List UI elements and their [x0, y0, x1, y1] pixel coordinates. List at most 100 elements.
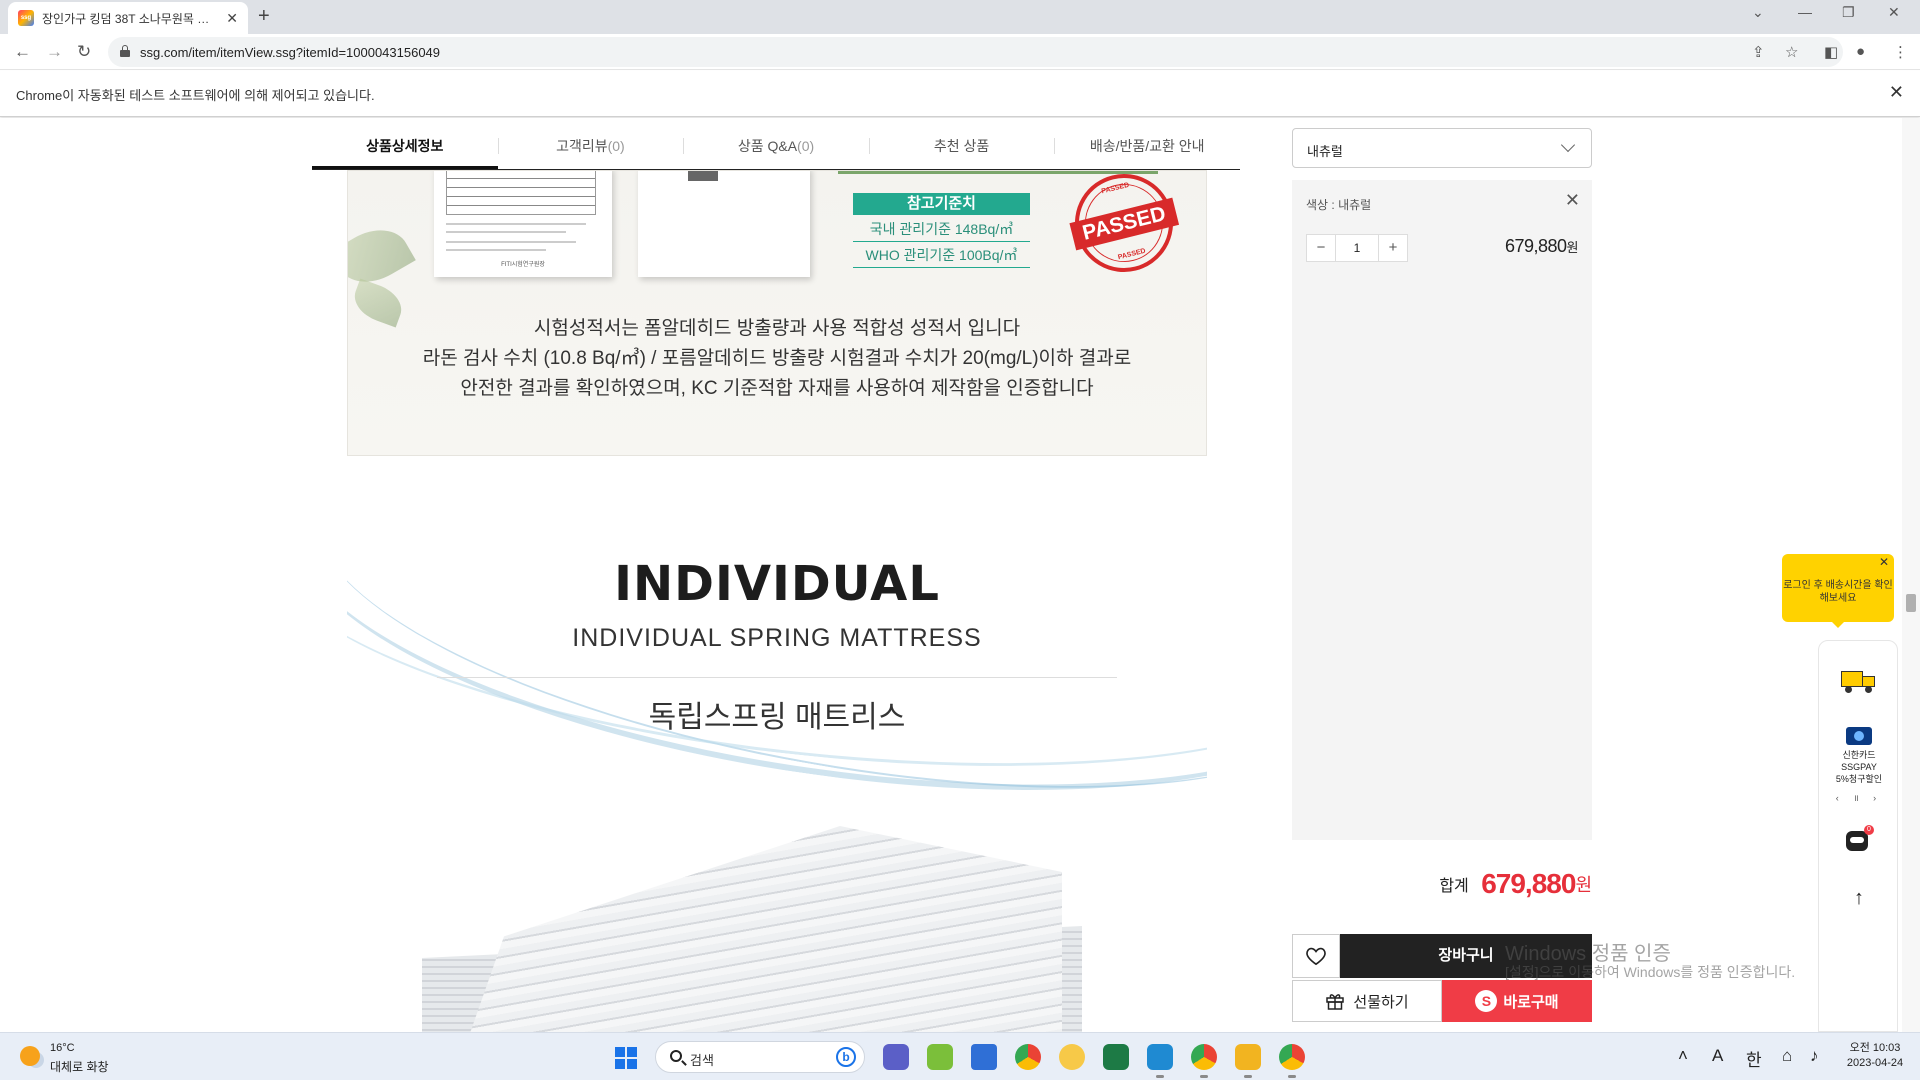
profile-icon[interactable]: ●: [1856, 43, 1865, 60]
tooltip-close-icon[interactable]: ✕: [1879, 556, 1889, 569]
chatbot-icon[interactable]: 0: [1846, 825, 1874, 851]
file-explorer-icon[interactable]: [1235, 1044, 1261, 1078]
floating-side-widget: 신한카드 SSGPAY 5%청구할인 ‹ ॥ › 0 ↑: [1818, 640, 1898, 1032]
certificate-line: 라돈 검사 수치 (10.8 Bq/㎥) / 포름알데히드 방출량 시험결과 수…: [422, 348, 1132, 369]
card-promo-text[interactable]: 신한카드 SSGPAY 5%청구할인: [1819, 749, 1899, 785]
tab-product-detail[interactable]: 상품상세정보: [312, 124, 498, 169]
selected-option-value: 내츄럴: [1307, 144, 1343, 159]
delivery-truck-icon[interactable]: [1841, 671, 1877, 693]
system-clock[interactable]: 오전 10:03 2023-04-24: [1840, 1041, 1910, 1071]
total-currency: 원: [1575, 875, 1592, 895]
ime-mode-indicator[interactable]: A: [1712, 1046, 1723, 1066]
bing-icon[interactable]: b: [836, 1047, 856, 1067]
ssgpay-icon: S: [1475, 990, 1498, 1012]
reload-icon[interactable]: ↻: [77, 42, 91, 62]
tab-strip: ssg 장인가구 킹덤 38T 소나무원목 … ✕ + ⌄ — ❐ ✕: [0, 0, 1920, 34]
restore-icon[interactable]: ❐: [1842, 4, 1855, 21]
scrollbar-thumb[interactable]: [1906, 594, 1916, 612]
tab-close-icon[interactable]: ✕: [226, 10, 238, 27]
kakaotalk-icon[interactable]: [1059, 1044, 1085, 1070]
volume-icon[interactable]: ♪: [1810, 1046, 1819, 1066]
weather-description[interactable]: 대체로 화창: [50, 1058, 109, 1075]
forward-icon[interactable]: →: [46, 42, 63, 62]
mattress-hero-section: INDIVIDUAL INDIVIDUAL SPRING MATTRESS 독립…: [347, 456, 1207, 1032]
option-label: 색상 : 내츄럴: [1306, 198, 1372, 212]
wishlist-button[interactable]: [1292, 934, 1340, 978]
shinhan-card-icon[interactable]: [1846, 727, 1872, 745]
reference-standard-header: 참고기준치: [853, 193, 1030, 215]
remove-option-icon[interactable]: ✕: [1565, 190, 1580, 211]
option-price: 679,880원: [1504, 236, 1579, 256]
tray-overflow-chevron-icon[interactable]: ˄: [1678, 1046, 1688, 1066]
ssg-favicon-icon: ssg: [18, 10, 34, 26]
weather-icon[interactable]: [20, 1046, 40, 1066]
back-icon[interactable]: ←: [14, 42, 31, 62]
total-price-row: 합계 679,880원: [1292, 868, 1592, 900]
chrome-icon[interactable]: [1191, 1044, 1217, 1078]
chevron-down-icon: [1560, 137, 1576, 153]
bookmark-star-icon[interactable]: ☆: [1785, 43, 1798, 61]
url-text[interactable]: ssg.com/item/itemView.ssg?itemId=1000043…: [140, 45, 440, 60]
search-icon: [670, 1050, 682, 1062]
who-standard-text: WHO 관리기준 100Bq/㎥: [853, 243, 1030, 268]
ime-hangul-indicator[interactable]: 한: [1746, 1046, 1762, 1071]
tab-recommended[interactable]: 추천 상품: [868, 124, 1055, 169]
chrome-icon[interactable]: [1279, 1044, 1305, 1078]
browser-toolbar: ← → ↻ ssg.com/item/itemView.ssg?itemId=1…: [0, 34, 1920, 70]
photos-app-icon[interactable]: [927, 1044, 953, 1070]
test-report-document: FITI시험연구원장: [434, 171, 612, 277]
product-detail-tabs: 상품상세정보 고객리뷰(0) 상품 Q&A(0) 추천 상품 배송/반품/교환 …: [312, 124, 1240, 170]
taskbar-search-box[interactable]: 검색 b: [655, 1041, 865, 1073]
lock-icon[interactable]: [120, 45, 130, 57]
test-certificate-section: FITI시험연구원장 참고기준치 국내 관리기준 148Bq/㎥ WHO 관리기…: [347, 170, 1207, 456]
excel-icon[interactable]: [1103, 1044, 1129, 1070]
quantity-stepper: − 1 +: [1306, 234, 1408, 262]
infobar-close-icon[interactable]: ✕: [1889, 82, 1904, 103]
hero-divider: [437, 677, 1117, 678]
weather-temperature[interactable]: 16°C: [50, 1042, 75, 1054]
tab-search-chevron-icon[interactable]: ⌄: [1752, 4, 1764, 21]
hero-subtitle: INDIVIDUAL SPRING MATTRESS: [572, 624, 982, 652]
taskbar-search-placeholder: 검색: [690, 1053, 714, 1068]
domestic-standard-text: 국내 관리기준 148Bq/㎥: [853, 217, 1030, 242]
tab-title: 장인가구 킹덤 38T 소나무원목 …: [42, 11, 210, 26]
certificate-line: 시험성적서는 폼알데히드 방출량과 사용 적합성 성적서 입니다: [533, 318, 1021, 339]
side-panel-icon[interactable]: ◧: [1824, 43, 1838, 61]
decrease-quantity-button[interactable]: −: [1307, 235, 1335, 261]
buy-now-button[interactable]: S 바로구매: [1442, 980, 1592, 1022]
menu-icon[interactable]: ⋮: [1893, 43, 1908, 61]
share-icon[interactable]: ⇪: [1752, 43, 1765, 61]
total-label: 합계: [1439, 878, 1469, 895]
tab-product-qna[interactable]: 상품 Q&A(0): [683, 124, 869, 169]
scroll-to-top-icon[interactable]: ↑: [1819, 887, 1899, 910]
chrome-icon[interactable]: [1015, 1044, 1041, 1070]
radon-report-document: [638, 171, 810, 277]
delivery-time-tooltip: ✕ 로그인 후 배송시간을 확인해보세요: [1782, 554, 1894, 628]
new-tab-icon[interactable]: +: [258, 5, 270, 28]
chatbot-badge: 0: [1864, 825, 1874, 835]
total-price: 679,880: [1481, 868, 1576, 899]
tab-shipping-return[interactable]: 배송/반품/교환 안내: [1054, 124, 1240, 169]
windows-start-icon[interactable]: [615, 1047, 637, 1069]
color-option-select[interactable]: 내츄럴: [1292, 128, 1592, 168]
product-page: 상품상세정보 고객리뷰(0) 상품 Q&A(0) 추천 상품 배송/반품/교환 …: [0, 118, 1920, 1032]
minimize-icon[interactable]: —: [1798, 4, 1812, 20]
hero-korean-title: 독립스프링 매트리스: [648, 701, 906, 734]
window-close-icon[interactable]: ✕: [1888, 4, 1900, 21]
gift-button[interactable]: 선물하기: [1292, 980, 1442, 1022]
selected-option-box: 색상 : 내츄럴 ✕ − 1 + 679,880원: [1292, 180, 1592, 840]
teams-meet-icon[interactable]: [883, 1044, 909, 1070]
promo-carousel-controls[interactable]: ‹ ॥ ›: [1819, 791, 1899, 804]
tab-customer-review[interactable]: 고객리뷰(0): [497, 124, 684, 169]
page-scrollbar[interactable]: [1902, 118, 1920, 1032]
windows-activation-hint: [설정]으로 이동하여 Windows를 정품 인증합니다.: [1505, 964, 1796, 980]
hero-title: INDIVIDUAL: [614, 556, 940, 612]
address-bar[interactable]: ssg.com/item/itemView.ssg?itemId=1000043…: [108, 37, 1843, 67]
quantity-input[interactable]: 1: [1335, 235, 1379, 261]
vscode-icon[interactable]: [1147, 1044, 1173, 1078]
increase-quantity-button[interactable]: +: [1379, 235, 1407, 261]
browser-tab-active[interactable]: ssg 장인가구 킹덤 38T 소나무원목 … ✕: [8, 2, 248, 34]
settings-app-icon[interactable]: [971, 1044, 997, 1070]
gift-icon: [1326, 994, 1345, 1010]
network-icon[interactable]: ⌂: [1782, 1046, 1792, 1066]
